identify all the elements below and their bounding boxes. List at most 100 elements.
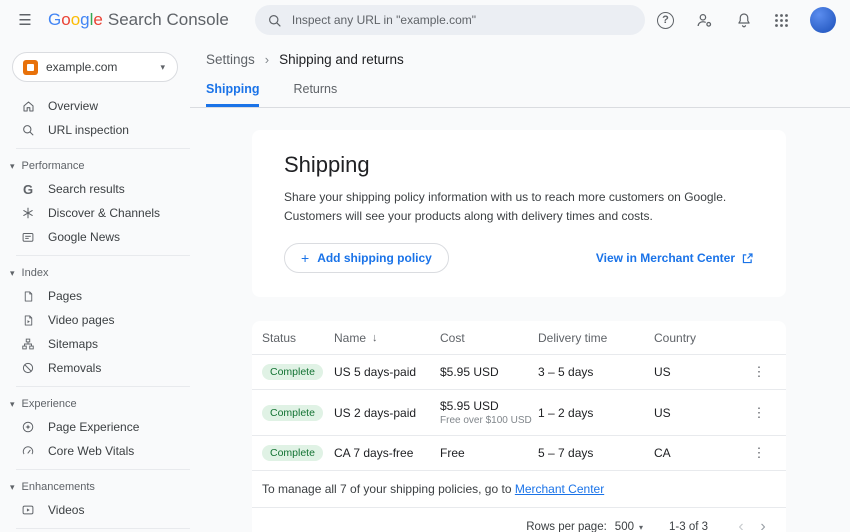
breadcrumb-current: Shipping and returns: [279, 52, 404, 67]
sidebar-section-enhancements[interactable]: ▾ Enhancements: [0, 476, 190, 498]
next-page-icon[interactable]: ›: [752, 518, 774, 532]
sidebar-section-performance[interactable]: ▾ Performance: [0, 155, 190, 177]
column-header-country[interactable]: Country: [654, 331, 742, 345]
sidebar-item-page-experience[interactable]: Page Experience: [0, 415, 190, 439]
video-icon: [20, 503, 36, 517]
sidebar-item-label: Core Web Vitals: [48, 444, 134, 458]
policy-name: US 2 days-paid: [334, 406, 440, 420]
status-badge: Complete: [262, 445, 323, 461]
sidebar-item-label: URL inspection: [48, 123, 129, 137]
pagination-bar: Rows per page: 500 ▾ 1-3 of 3 ‹ ›: [252, 508, 786, 532]
sidebar-item-removals[interactable]: Removals: [0, 356, 190, 380]
row-kebab-menu-icon[interactable]: ⋮: [742, 364, 776, 380]
column-header-cost[interactable]: Cost: [440, 331, 538, 345]
logo-letter: G: [48, 10, 61, 29]
top-actions: ?: [657, 7, 836, 33]
description-line: Share your shipping policy information w…: [284, 188, 754, 207]
section-label: Index: [22, 267, 49, 279]
sidebar-item-url-inspection[interactable]: URL inspection: [0, 118, 190, 142]
caret-down-icon: ▾: [10, 399, 15, 410]
chevron-down-icon: ▾: [160, 62, 165, 73]
app-logo[interactable]: GoogleSearch Console: [48, 10, 229, 30]
main-content: Settings › Shipping and returns Shipping…: [190, 40, 850, 532]
speedometer-icon: [20, 444, 36, 458]
caret-down-icon: ▾: [10, 161, 15, 172]
page-experience-icon: [20, 420, 36, 434]
hamburger-menu-icon[interactable]: ☰: [10, 5, 40, 35]
table-row[interactable]: Complete CA 7 days-free Free 5 – 7 days …: [252, 436, 786, 471]
column-header-delivery-time[interactable]: Delivery time: [538, 331, 654, 345]
tab-returns[interactable]: Returns: [293, 82, 337, 107]
policy-country: CA: [654, 446, 742, 460]
apps-grid-icon[interactable]: [774, 13, 789, 28]
sidebar-item-google-news[interactable]: Google News: [0, 225, 190, 249]
shipping-policies-table: Status Name ↓ Cost Delivery time Country…: [252, 321, 786, 532]
sidebar-section-experience[interactable]: ▾ Experience: [0, 393, 190, 415]
sidebar-item-video-pages[interactable]: Video pages: [0, 308, 190, 332]
search-input[interactable]: [292, 13, 633, 27]
column-header-status[interactable]: Status: [262, 331, 334, 345]
sidebar-item-videos[interactable]: Videos: [0, 498, 190, 522]
column-header-name[interactable]: Name ↓: [334, 331, 440, 345]
plus-icon: +: [301, 250, 309, 266]
sidebar-item-label: Video pages: [48, 313, 115, 327]
sort-desc-icon: ↓: [372, 332, 378, 344]
sidebar-item-label: Sitemaps: [48, 337, 98, 351]
page-description: Share your shipping policy information w…: [284, 188, 754, 225]
notifications-bell-icon[interactable]: [735, 11, 753, 29]
property-selector[interactable]: example.com ▾: [12, 52, 178, 82]
status-badge: Complete: [262, 405, 323, 421]
sidebar-item-label: Google News: [48, 230, 120, 244]
policy-cost: $5.95 USD: [440, 365, 538, 379]
add-shipping-policy-button[interactable]: + Add shipping policy: [284, 243, 449, 273]
row-kebab-menu-icon[interactable]: ⋮: [742, 405, 776, 421]
sidebar-item-label: Discover & Channels: [48, 206, 160, 220]
policy-country: US: [654, 406, 742, 420]
sidebar-item-pages[interactable]: Pages: [0, 284, 190, 308]
logo-letter: o: [61, 10, 70, 29]
url-inspect-search[interactable]: [255, 5, 645, 35]
section-label: Performance: [22, 160, 85, 172]
logo-letter: o: [71, 10, 80, 29]
sidebar-divider: [16, 148, 190, 149]
policy-delivery-time: 1 – 2 days: [538, 406, 654, 420]
section-label: Enhancements: [22, 481, 95, 493]
policy-country: US: [654, 365, 742, 379]
external-link-icon: [741, 252, 754, 265]
sidebar-item-sitemaps[interactable]: Sitemaps: [0, 332, 190, 356]
policy-cost: Free: [440, 446, 538, 460]
merchant-center-link[interactable]: Merchant Center: [515, 482, 604, 496]
table-row[interactable]: Complete US 5 days-paid $5.95 USD 3 – 5 …: [252, 355, 786, 390]
logo-letter: g: [80, 10, 89, 29]
property-name: example.com: [46, 60, 117, 74]
view-in-merchant-center-link[interactable]: View in Merchant Center: [596, 251, 754, 265]
table-row[interactable]: Complete US 2 days-paid $5.95 USD Free o…: [252, 390, 786, 436]
breadcrumb-settings[interactable]: Settings: [206, 52, 255, 67]
policy-delivery-time: 5 – 7 days: [538, 446, 654, 460]
discover-asterisk-icon: [20, 206, 36, 220]
user-avatar[interactable]: [810, 7, 836, 33]
sidebar-item-discover-channels[interactable]: Discover & Channels: [0, 201, 190, 225]
sidebar-divider: [16, 255, 190, 256]
help-icon[interactable]: ?: [657, 12, 674, 29]
sidebar-item-search-results[interactable]: G Search results: [0, 177, 190, 201]
page-icon: [20, 290, 36, 303]
tab-shipping[interactable]: Shipping: [206, 82, 259, 107]
sidebar-item-core-web-vitals[interactable]: Core Web Vitals: [0, 439, 190, 463]
video-page-icon: [20, 314, 36, 327]
rows-per-page-select[interactable]: 500 ▾: [615, 521, 643, 532]
user-settings-icon[interactable]: [695, 11, 714, 30]
removals-blocked-icon: [20, 361, 36, 375]
caret-down-icon: ▾: [10, 482, 15, 493]
sidebar-section-index[interactable]: ▾ Index: [0, 262, 190, 284]
previous-page-icon[interactable]: ‹: [730, 518, 752, 532]
policy-delivery-time: 3 – 5 days: [538, 365, 654, 379]
sidebar-item-overview[interactable]: Overview: [0, 94, 190, 118]
news-icon: [20, 230, 36, 244]
sidebar-item-label: Videos: [48, 503, 84, 517]
breadcrumb-chevron-icon: ›: [265, 52, 269, 67]
policy-name: CA 7 days-free: [334, 446, 440, 460]
property-icon: [23, 60, 38, 75]
rows-per-page-label: Rows per page:: [526, 521, 607, 532]
row-kebab-menu-icon[interactable]: ⋮: [742, 445, 776, 461]
